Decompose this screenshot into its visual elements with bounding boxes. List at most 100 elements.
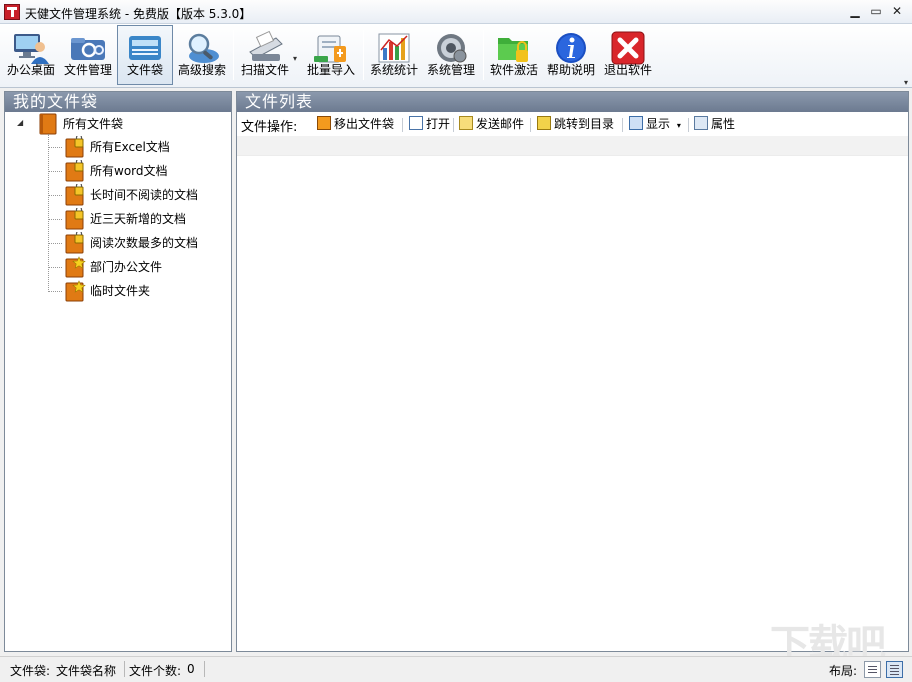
star-bag-icon <box>65 256 86 278</box>
toolbar-separator <box>483 30 484 80</box>
op-label: 属性 <box>711 117 736 131</box>
remove-from-bag-button[interactable]: 移出文件袋 <box>317 116 394 134</box>
properties-button[interactable]: 属性 <box>694 116 735 134</box>
open-button[interactable]: 打开 <box>409 116 450 134</box>
toolbar-activate-button[interactable]: 软件激活 <box>487 25 541 85</box>
properties-icon <box>694 116 708 130</box>
locked-bag-icon <box>65 160 84 182</box>
tree-guide-line <box>48 243 62 244</box>
tree-guide-line <box>48 291 62 292</box>
toolbar-label: 系统管理 <box>426 63 475 77</box>
toolbar-label: 高级搜索 <box>177 63 226 77</box>
toolbar-label: 办公桌面 <box>6 63 55 77</box>
book-icon <box>39 113 57 135</box>
op-label: 显示 <box>646 117 671 131</box>
locked-bag-icon <box>65 208 84 230</box>
star-bag-icon <box>65 280 86 302</box>
window-title: 天健文件管理系统 - 免费版【版本 5.3.0】 <box>25 7 252 21</box>
ops-label: 文件操作: <box>241 120 298 135</box>
status-bag-name: 文件袋名称 <box>56 664 117 678</box>
tree-item-label: 长时间不阅读的文档 <box>90 188 199 202</box>
chevron-down-icon: ▾ <box>676 121 681 130</box>
file-ops-toolbar: 文件操作: 移出文件袋 打开 发送邮件 跳转到目录 显示 ▾ 属性 <box>237 112 908 136</box>
tree-item-label: 临时文件夹 <box>90 284 151 298</box>
toolbar-batch-import-button[interactable]: 批量导入 <box>303 25 359 85</box>
op-label: 打开 <box>426 117 451 131</box>
tree-item-label: 所有文件袋 <box>63 117 124 131</box>
toolbar-system-stats-button[interactable]: 系统统计 <box>367 25 421 85</box>
goto-folder-button[interactable]: 跳转到目录 <box>537 116 614 134</box>
file-list-header <box>237 136 908 156</box>
panel-title: 我的文件袋 <box>5 92 231 112</box>
toolbar-label: 扫描文件 <box>240 63 289 77</box>
status-separator <box>124 661 125 677</box>
file-bag-panel: 我的文件袋 ◢ 所有文件袋 所有Excel文档 所有word文档 长时间不阅读的… <box>4 91 232 652</box>
folder-jump-icon <box>537 116 551 130</box>
mail-icon <box>459 116 473 130</box>
tree-item-label: 近三天新增的文档 <box>90 212 187 226</box>
layout-list-button[interactable] <box>864 661 881 678</box>
toolbar-scan-file-button[interactable]: 扫描文件 <box>237 25 293 85</box>
send-email-button[interactable]: 发送邮件 <box>459 116 524 134</box>
panel-title: 文件列表 <box>237 92 908 112</box>
op-label: 发送邮件 <box>476 117 525 131</box>
main-toolbar: 办公桌面 文件管理 文件袋 高级搜索 扫描文件 ▾ 批量导入 系统统计 系统管理… <box>0 24 912 88</box>
status-layout-label: 布局: <box>829 664 858 678</box>
ops-separator <box>402 118 403 132</box>
toolbar-separator <box>233 30 234 80</box>
tree-item-label: 阅读次数最多的文档 <box>90 236 199 250</box>
toolbar-label: 系统统计 <box>369 63 418 77</box>
scan-dropdown-arrow[interactable]: ▾ <box>293 54 297 63</box>
status-count-label: 文件个数: <box>129 664 182 678</box>
toolbar-overflow-arrow[interactable]: ▾ <box>904 78 908 87</box>
locked-bag-icon <box>65 232 84 254</box>
ops-separator <box>688 118 689 132</box>
display-icon <box>629 116 643 130</box>
tree-guide-line <box>48 267 62 268</box>
maximize-button[interactable]: ▭ <box>867 4 885 20</box>
locked-bag-icon <box>65 136 84 158</box>
close-window-button[interactable]: ✕ <box>888 4 906 20</box>
op-label: 跳转到目录 <box>554 117 615 131</box>
toolbar-label: 文件管理 <box>63 63 112 77</box>
toolbar-separator <box>363 30 364 80</box>
toolbar-label: 退出软件 <box>603 63 652 77</box>
toolbar-help-button[interactable]: 帮助说明 <box>543 25 599 85</box>
status-bar: 文件袋: 文件袋名称 文件个数: 0 布局: <box>0 656 912 682</box>
tree-expander[interactable]: ◢ <box>17 118 23 127</box>
toolbar-label: 批量导入 <box>306 63 355 77</box>
file-bag-tree: ◢ 所有文件袋 所有Excel文档 所有word文档 长时间不阅读的文档 近三天… <box>5 112 231 651</box>
tree-guide-line <box>48 134 49 292</box>
toolbar-label: 软件激活 <box>489 63 538 77</box>
tree-item-label: 所有Excel文档 <box>90 140 170 154</box>
op-label: 移出文件袋 <box>334 117 395 131</box>
status-count-value: 0 <box>187 662 195 676</box>
toolbar-file-manage-button[interactable]: 文件管理 <box>60 25 116 85</box>
title-bar: 天健文件管理系统 - 免费版【版本 5.3.0】 ▁ ▭ ✕ <box>0 0 912 24</box>
app-logo-icon <box>4 4 20 20</box>
toolbar-advanced-search-button[interactable]: 高级搜索 <box>175 25 229 85</box>
toolbar-office-desktop-button[interactable]: 办公桌面 <box>4 25 58 85</box>
tree-item-label: 部门办公文件 <box>90 260 163 274</box>
toolbar-label: 文件袋 <box>126 63 163 77</box>
layout-detail-button[interactable] <box>886 661 903 678</box>
ops-separator <box>622 118 623 132</box>
remove-bag-icon <box>317 116 331 130</box>
tree-guide-line <box>48 219 62 220</box>
status-bag-label: 文件袋: <box>10 664 51 678</box>
ops-separator <box>530 118 531 132</box>
toolbar-system-manage-button[interactable]: 系统管理 <box>423 25 479 85</box>
open-icon <box>409 116 423 130</box>
tree-guide-line <box>48 171 62 172</box>
status-separator <box>204 661 205 677</box>
minimize-button[interactable]: ▁ <box>846 4 864 20</box>
toolbar-exit-button[interactable]: 退出软件 <box>600 25 656 85</box>
locked-bag-icon <box>65 184 84 206</box>
display-dropdown-button[interactable]: 显示 ▾ <box>629 116 681 134</box>
toolbar-label: 帮助说明 <box>546 63 595 77</box>
file-list-panel: 文件列表 文件操作: 移出文件袋 打开 发送邮件 跳转到目录 显示 ▾ 属性 <box>236 91 909 652</box>
toolbar-file-bag-button[interactable]: 文件袋 <box>117 25 173 85</box>
tree-item-label: 所有word文档 <box>90 164 168 178</box>
tree-guide-line <box>48 147 62 148</box>
file-list[interactable] <box>237 156 908 651</box>
